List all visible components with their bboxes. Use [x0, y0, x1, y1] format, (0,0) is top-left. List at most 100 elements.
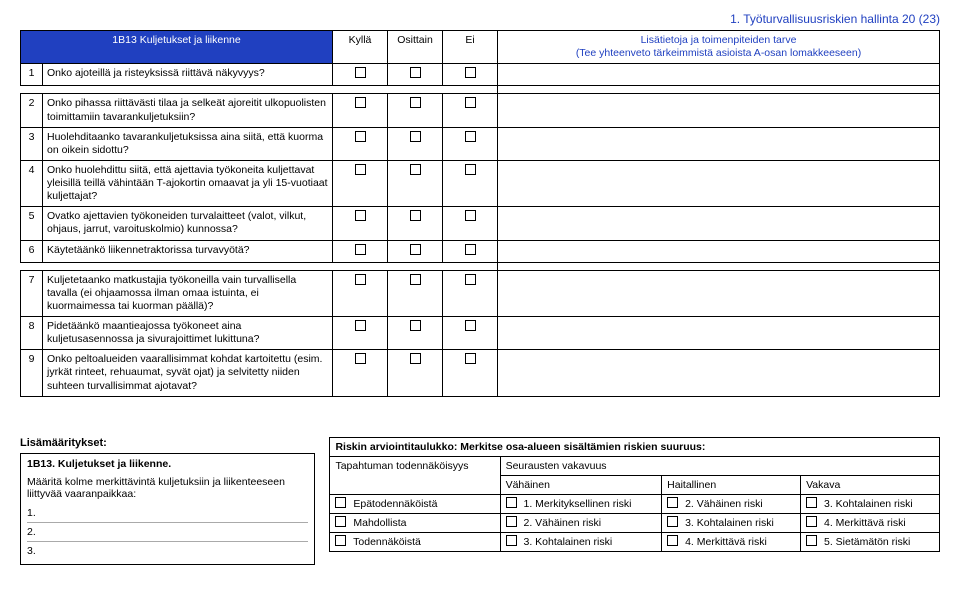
checkbox-cell[interactable] [333, 350, 388, 396]
checkbox-icon[interactable] [806, 516, 817, 527]
checkbox-icon[interactable] [410, 164, 421, 175]
checkbox-icon[interactable] [335, 516, 346, 527]
checkbox-icon[interactable] [355, 274, 366, 285]
checkbox-cell[interactable] [388, 64, 443, 86]
risk-cell[interactable]: 2. Vähäinen riski [662, 494, 801, 513]
checkbox-icon[interactable] [465, 67, 476, 78]
checkbox-icon[interactable] [410, 97, 421, 108]
checkbox-cell[interactable] [333, 240, 388, 262]
hazard-line[interactable]: 2. [27, 522, 308, 541]
checkbox-icon[interactable] [410, 353, 421, 364]
hazard-line[interactable]: 1. [27, 504, 308, 522]
lisam-block: Lisämääritykset: 1B13. Kuljetukset ja li… [20, 437, 315, 565]
checkbox-cell[interactable] [333, 270, 388, 316]
checkbox-icon[interactable] [355, 244, 366, 255]
checkbox-icon[interactable] [335, 535, 346, 546]
checkbox-icon[interactable] [355, 210, 366, 221]
lower-section: Lisämääritykset: 1B13. Kuljetukset ja li… [20, 437, 940, 565]
checkbox-cell[interactable] [443, 127, 498, 160]
risk-cell[interactable]: 2. Vähäinen riski [500, 513, 662, 532]
hazard-line[interactable]: 3. [27, 541, 308, 560]
checkbox-cell[interactable] [443, 207, 498, 240]
checkbox-icon[interactable] [465, 210, 476, 221]
checkbox-icon[interactable] [355, 164, 366, 175]
checkbox-icon[interactable] [506, 516, 517, 527]
checkbox-icon[interactable] [465, 97, 476, 108]
checkbox-cell[interactable] [443, 317, 498, 350]
checkbox-icon[interactable] [355, 320, 366, 331]
checkbox-icon[interactable] [355, 131, 366, 142]
checkbox-icon[interactable] [465, 274, 476, 285]
checkbox-icon[interactable] [806, 535, 817, 546]
info-cell[interactable] [498, 240, 940, 262]
checkbox-icon[interactable] [465, 164, 476, 175]
checkbox-icon[interactable] [410, 210, 421, 221]
info-hdr-line1: Lisätietoja ja toimenpiteiden tarve [641, 34, 797, 46]
checkbox-icon[interactable] [806, 497, 817, 508]
checkbox-icon[interactable] [465, 244, 476, 255]
risk-prob-label[interactable]: Mahdollista [330, 513, 500, 532]
row-num: 2 [21, 94, 43, 127]
checkbox-cell[interactable] [388, 240, 443, 262]
checkbox-cell[interactable] [333, 94, 388, 127]
info-cell[interactable] [498, 350, 940, 396]
question-text: Ovatko ajettavien työkoneiden turvalaitt… [43, 207, 333, 240]
checkbox-icon[interactable] [410, 131, 421, 142]
question-text: Käytetäänkö liikennetraktorissa turvavyö… [43, 240, 333, 262]
risk-prob-label[interactable]: Todennäköistä [330, 532, 500, 551]
risk-cell[interactable]: 5. Sietämätön riski [801, 532, 940, 551]
risk-col-label: Vakava [801, 475, 940, 494]
risk-cell[interactable]: 3. Kohtalainen riski [662, 513, 801, 532]
checkbox-icon[interactable] [667, 497, 678, 508]
checkbox-cell[interactable] [388, 127, 443, 160]
info-cell[interactable] [498, 317, 940, 350]
checkbox-cell[interactable] [443, 160, 498, 206]
hazard-list: 1.2.3. [27, 504, 308, 560]
info-cell[interactable] [498, 160, 940, 206]
checkbox-cell[interactable] [443, 240, 498, 262]
checkbox-icon[interactable] [410, 67, 421, 78]
checkbox-cell[interactable] [443, 64, 498, 86]
checkbox-cell[interactable] [388, 207, 443, 240]
checkbox-icon[interactable] [410, 320, 421, 331]
checkbox-cell[interactable] [388, 350, 443, 396]
checkbox-icon[interactable] [355, 97, 366, 108]
info-cell[interactable] [498, 270, 940, 316]
info-cell[interactable] [498, 94, 940, 127]
checkbox-cell[interactable] [388, 94, 443, 127]
risk-cell[interactable]: 3. Kohtalainen riski [500, 532, 662, 551]
checkbox-cell[interactable] [388, 160, 443, 206]
checkbox-icon[interactable] [465, 320, 476, 331]
checkbox-icon[interactable] [410, 244, 421, 255]
info-cell[interactable] [498, 207, 940, 240]
checkbox-icon[interactable] [355, 67, 366, 78]
checkbox-icon[interactable] [465, 131, 476, 142]
checkbox-cell[interactable] [333, 127, 388, 160]
risk-cell[interactable]: 4. Merkittävä riski [801, 513, 940, 532]
risk-cell[interactable]: 1. Merkityksellinen riski [500, 494, 662, 513]
checkbox-cell[interactable] [333, 64, 388, 86]
checkbox-cell[interactable] [333, 160, 388, 206]
checkbox-icon[interactable] [667, 516, 678, 527]
checkbox-icon[interactable] [506, 497, 517, 508]
checkbox-cell[interactable] [388, 270, 443, 316]
checkbox-cell[interactable] [443, 94, 498, 127]
checkbox-icon[interactable] [667, 535, 678, 546]
checkbox-cell[interactable] [443, 350, 498, 396]
checkbox-cell[interactable] [333, 317, 388, 350]
risk-title: Riskin arviointitaulukko: Merkitse osa-a… [330, 437, 940, 456]
risk-cell[interactable]: 4. Merkittävä riski [662, 532, 801, 551]
lisam-instr: Määritä kolme merkittävintä kuljetuksiin… [27, 476, 308, 500]
risk-prob-label[interactable]: Epätodennäköistä [330, 494, 500, 513]
checkbox-icon[interactable] [410, 274, 421, 285]
checkbox-icon[interactable] [465, 353, 476, 364]
checkbox-cell[interactable] [388, 317, 443, 350]
checkbox-icon[interactable] [506, 535, 517, 546]
info-cell[interactable] [498, 64, 940, 86]
info-cell[interactable] [498, 127, 940, 160]
checkbox-icon[interactable] [335, 497, 346, 508]
checkbox-cell[interactable] [333, 207, 388, 240]
checkbox-cell[interactable] [443, 270, 498, 316]
checkbox-icon[interactable] [355, 353, 366, 364]
risk-cell[interactable]: 3. Kohtalainen riski [801, 494, 940, 513]
